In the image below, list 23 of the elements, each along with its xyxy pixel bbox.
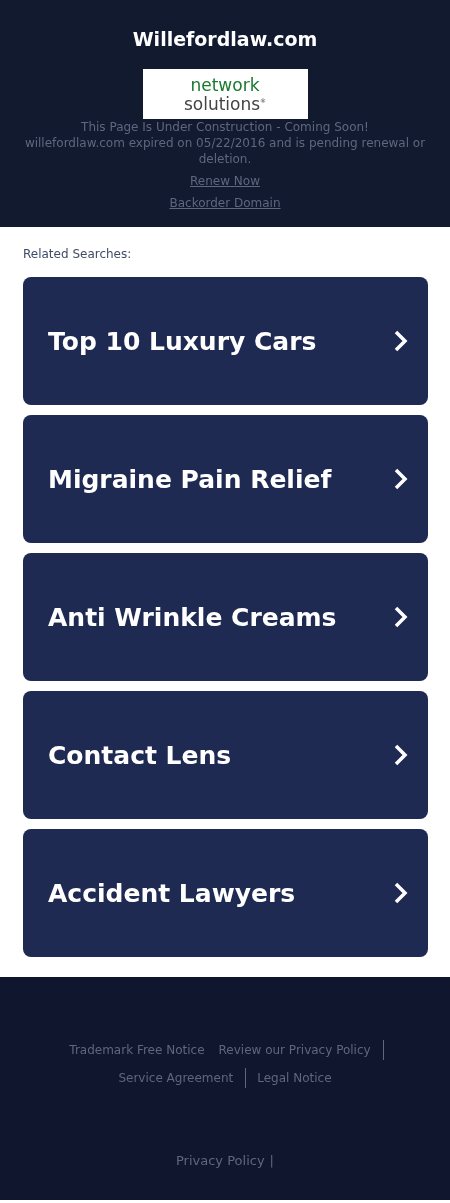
chevron-right-icon	[394, 330, 408, 352]
footer-link[interactable]: Review our Privacy Policy	[211, 1040, 384, 1060]
network-solutions-logo: network solutions$^{®}$	[142, 69, 308, 119]
construction-notice: This Page Is Under Construction - Coming Soon!	[80, 119, 370, 135]
search-link-card[interactable]: Anti Wrinkle Creams	[23, 553, 428, 681]
chevron-right-icon	[394, 468, 408, 490]
privacy-policy-link[interactable]: Privacy Policy	[176, 1153, 265, 1168]
domain-title: Willefordlaw.com	[132, 28, 318, 52]
related-searches-label: Related Searches:	[23, 247, 133, 261]
expiry-notice: willefordlaw.com expired on 05/22/2016 and is pending renewal or deletion.	[23, 135, 427, 167]
chevron-right-icon	[394, 744, 408, 766]
footer-link[interactable]: Legal Notice	[250, 1068, 339, 1088]
header-link[interactable]: Renew Now	[190, 173, 260, 189]
footer-link[interactable]: Service Agreement	[111, 1068, 247, 1088]
footer-link[interactable]: Trademark Free Notice	[62, 1040, 212, 1060]
search-link-card[interactable]: Top 10 Luxury Cars	[23, 277, 428, 405]
chevron-right-icon	[394, 882, 408, 904]
separator: |	[269, 1153, 274, 1168]
search-link-card[interactable]: Migraine Pain Relief	[23, 415, 428, 543]
search-link-card[interactable]: Accident Lawyers	[23, 829, 428, 957]
header-link[interactable]: Backorder Domain	[169, 195, 281, 211]
chevron-right-icon	[394, 606, 408, 628]
search-link-card[interactable]: Contact Lens	[23, 691, 428, 819]
